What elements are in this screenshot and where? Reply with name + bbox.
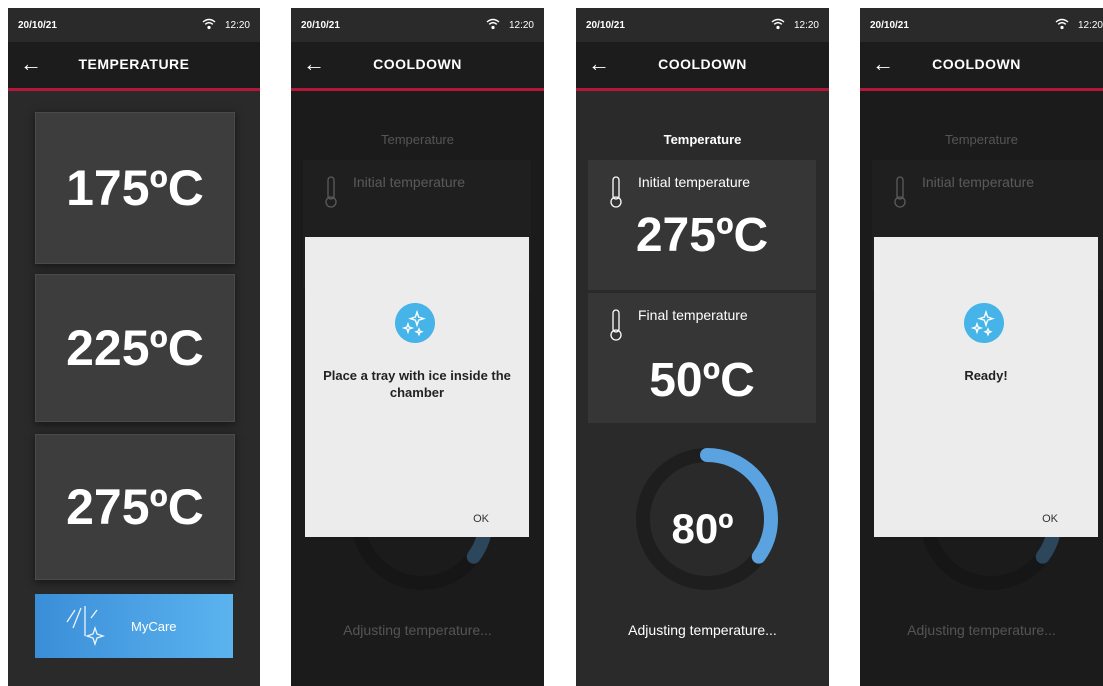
status-time: 12:20 [1077,20,1103,31]
wifi-icon [202,18,216,30]
temp-option-225[interactable]: 225ºC [35,274,235,422]
header: ← COOLDOWN [576,42,829,91]
dialog-message: Ready! [964,368,1008,383]
header: ← COOLDOWN [860,42,1103,91]
sparkle-icon [395,303,435,343]
final-temp-card: Final temperature 50ºC [588,293,816,423]
status-time: 12:20 [224,20,250,31]
page-title: TEMPERATURE [78,56,190,72]
wifi-icon [486,18,500,30]
section-label: Temperature [663,132,742,147]
page-title: COOLDOWN [373,56,462,72]
gauge-value: 80º [671,505,734,552]
initial-temp-card: Initial temperature 275ºC [588,160,816,290]
status-bar: 20/10/21 12:20 [291,8,544,42]
ok-button[interactable]: OK [1042,513,1058,525]
temp-option-275[interactable]: 275ºC [35,434,235,580]
ok-button[interactable]: OK [473,513,489,525]
status-time: 12:20 [793,20,819,31]
thermometer-icon [610,176,622,208]
sparkle-icon [964,303,1004,343]
page-title: COOLDOWN [658,56,747,72]
ice-tray-dialog: Place a tray with ice inside the chamber… [305,237,529,537]
status-date: 20/10/21 [18,20,57,31]
ready-dialog: Ready! OK [874,237,1098,537]
temperature-screen: 20/10/21 12:20 ← TEMPERATURE 175ºC 225ºC… [8,8,260,686]
status-date: 20/10/21 [870,20,909,31]
cooldown-screen-prompt: 20/10/21 12:20 ← COOLDOWN Temperature In… [291,8,544,686]
dialog-message: Place a tray with ice inside the chamber [323,368,511,400]
sparkle-icon [66,606,106,646]
initial-temp-value: 275ºC [635,209,769,262]
header: ← TEMPERATURE [8,42,260,91]
status-text: Adjusting temperature... [628,622,777,638]
status-bar: 20/10/21 12:20 [576,8,829,42]
thermometer-icon [610,309,622,341]
mycare-label: MyCare [131,619,177,634]
status-bar: 20/10/21 12:20 [8,8,260,42]
status-date: 20/10/21 [586,20,625,31]
wifi-icon [1055,18,1069,30]
temp-option-175[interactable]: 175ºC [35,112,235,264]
status-date: 20/10/21 [301,20,340,31]
final-temp-label: Final temperature [638,307,748,323]
final-temp-value: 50ºC [649,354,755,407]
wifi-icon [771,18,785,30]
initial-temp-label: Initial temperature [638,174,751,190]
cooldown-screen-ready: 20/10/21 12:20 ← COOLDOWN Temperature In… [860,8,1103,686]
cooldown-screen-progress: 20/10/21 12:20 ← COOLDOWN Temperature In… [576,8,829,686]
status-time: 12:20 [508,20,534,31]
status-bar: 20/10/21 12:20 [860,8,1103,42]
mycare-button[interactable]: MyCare [35,594,233,658]
header: ← COOLDOWN [291,42,544,91]
page-title: COOLDOWN [932,56,1021,72]
